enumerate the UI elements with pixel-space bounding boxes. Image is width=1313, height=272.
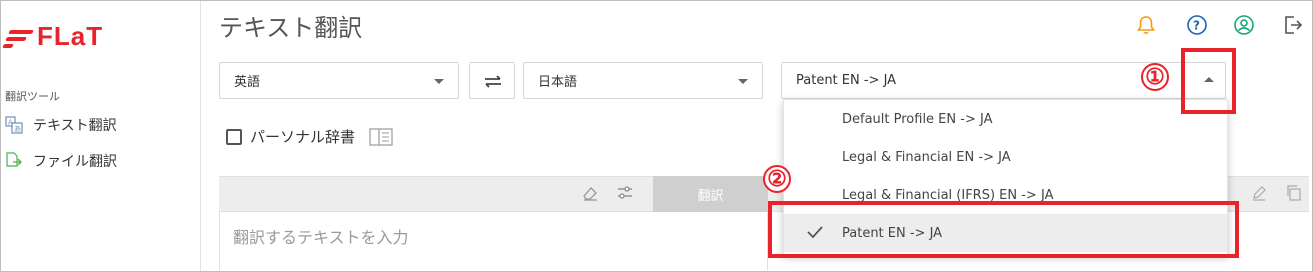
profile-option-legal-financial[interactable]: Legal & Financial EN -> JA	[784, 138, 1227, 176]
svg-text:あ: あ	[14, 125, 21, 133]
dictionary-book-icon[interactable]	[369, 127, 393, 146]
profile-value: Patent EN -> JA	[796, 73, 897, 88]
annotation-number-2: ②	[763, 165, 791, 193]
target-language-value: 日本語	[538, 75, 578, 90]
page-title: テキスト翻訳	[219, 14, 363, 42]
svg-text:?: ?	[1193, 19, 1200, 33]
swap-icon	[485, 75, 501, 88]
logo-mark-icon	[2, 24, 34, 50]
source-language-select[interactable]: 英語	[219, 62, 459, 99]
personal-dictionary-toggle[interactable]: パーソナル辞書	[226, 126, 393, 147]
personal-dictionary-checkbox[interactable]	[226, 128, 242, 145]
target-language-select[interactable]: 日本語	[523, 62, 763, 99]
sidebar-section-label: 翻訳ツール	[5, 90, 60, 103]
translate-button[interactable]: 翻訳	[653, 176, 768, 212]
source-text-placeholder: 翻訳するテキストを入力	[233, 228, 409, 247]
edit-icon[interactable]	[1250, 184, 1268, 206]
logo-text: FLaT	[37, 21, 104, 51]
file-translate-icon	[5, 152, 23, 170]
menu-item-label: Default Profile EN -> JA	[842, 111, 993, 127]
copy-icon[interactable]	[1285, 184, 1303, 206]
logout-icon[interactable]	[1282, 14, 1304, 36]
account-icon[interactable]	[1233, 14, 1255, 36]
settings-sliders-icon[interactable]	[616, 184, 634, 206]
text-translate-icon: A あ	[5, 116, 23, 134]
profile-option-default[interactable]: Default Profile EN -> JA	[784, 100, 1227, 138]
sidebar-item-label: ファイル翻訳	[33, 154, 117, 170]
eraser-icon[interactable]	[581, 184, 599, 206]
annotation-number-1: ①	[1141, 63, 1169, 91]
personal-dictionary-label: パーソナル辞書	[250, 128, 356, 146]
help-icon[interactable]: ?	[1186, 14, 1208, 36]
app-logo[interactable]: FLaT	[2, 21, 104, 52]
chevron-down-icon	[738, 79, 748, 84]
sidebar-item-text-translate[interactable]: A あ テキスト翻訳	[5, 115, 117, 135]
source-language-value: 英語	[234, 75, 261, 90]
annotation-highlight-2	[768, 201, 1239, 258]
menu-item-label: Legal & Financial EN -> JA	[842, 149, 1011, 165]
swap-languages-button[interactable]	[469, 62, 515, 99]
annotation-highlight-1	[1181, 48, 1236, 114]
sidebar-item-file-translate[interactable]: ファイル翻訳	[5, 151, 117, 171]
sidebar-item-label: テキスト翻訳	[33, 118, 117, 134]
bell-icon[interactable]	[1135, 14, 1157, 36]
chevron-down-icon	[434, 79, 444, 84]
sidebar: FLaT 翻訳ツール A あ テキスト翻訳 ファイル翻訳	[1, 1, 201, 271]
